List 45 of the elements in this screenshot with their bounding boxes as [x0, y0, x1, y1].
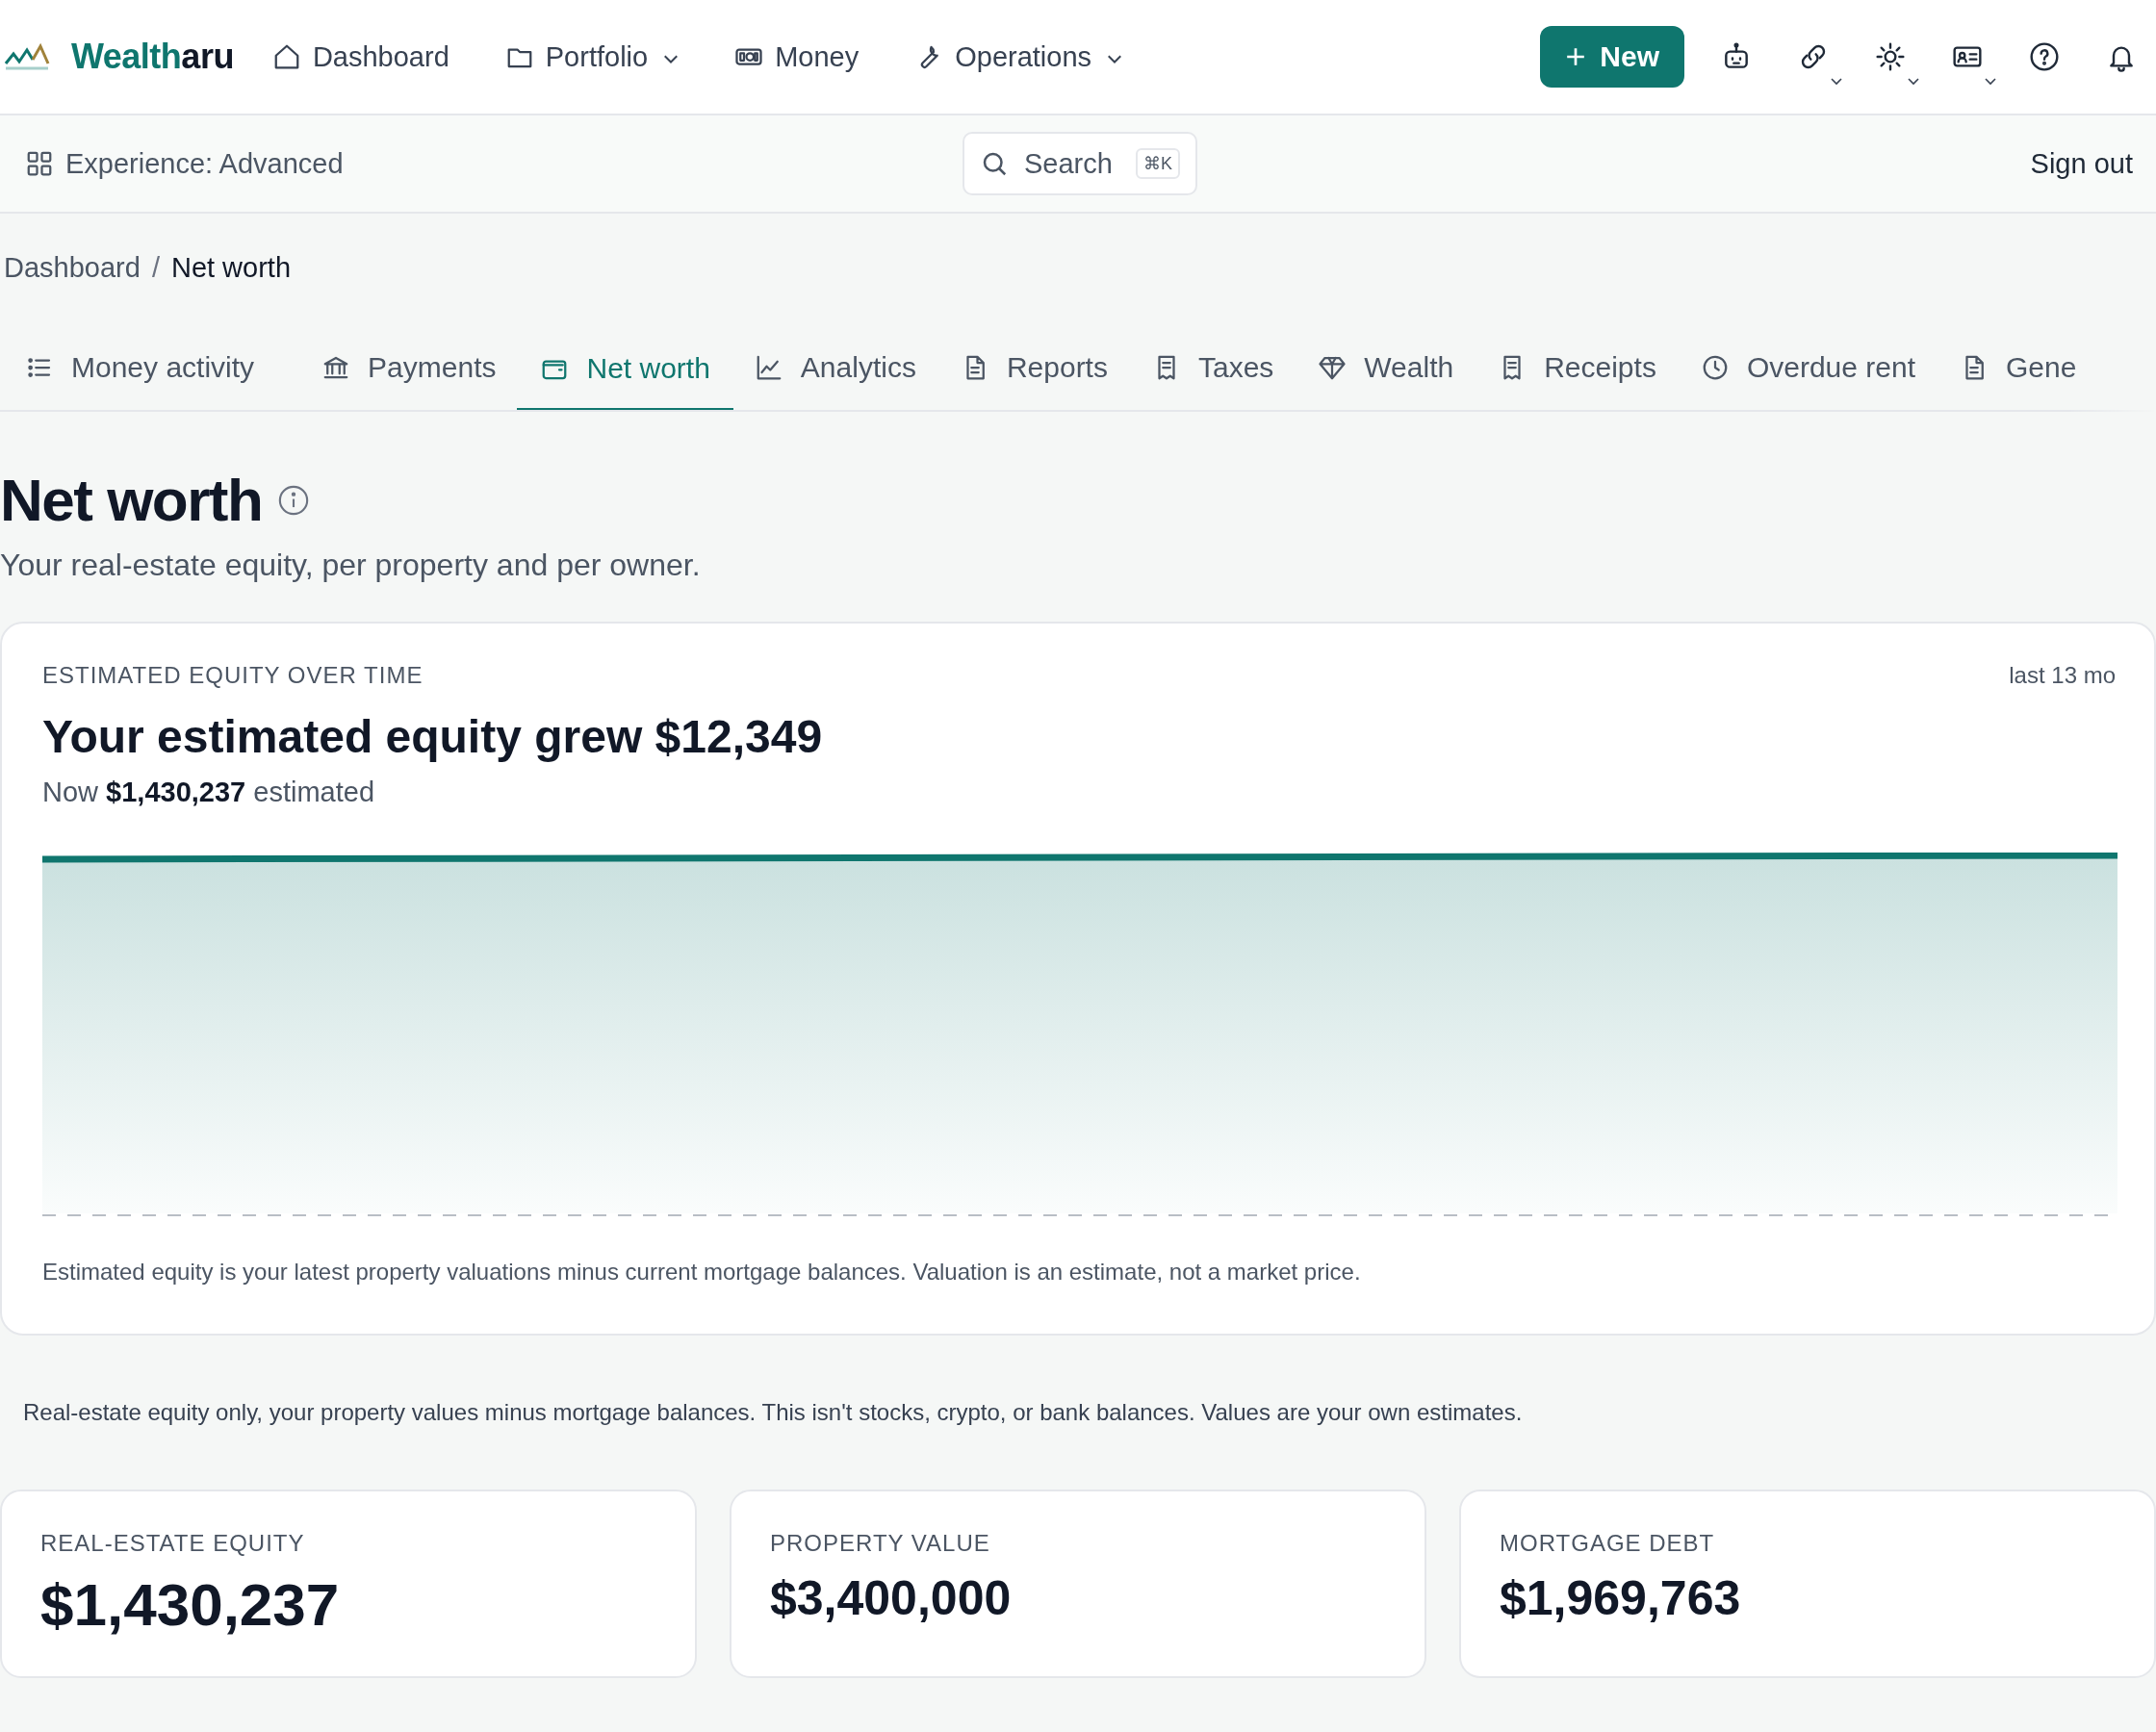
tab[interactable]: Receipts	[1498, 329, 1656, 410]
stat-value: $1,430,237	[40, 1570, 340, 1639]
nav-link[interactable]: Operations	[914, 40, 1123, 73]
stat-label: MORTGAGE DEBT	[1500, 1530, 1715, 1557]
caret-icon	[663, 55, 680, 64]
tab[interactable]: Gene	[1959, 329, 2077, 410]
breadcrumb-link[interactable]: Net worth	[170, 251, 292, 284]
sign-out-link[interactable]: Sign out	[2030, 147, 2133, 180]
tab[interactable]: Payments	[321, 329, 497, 410]
current-equity-text: Now $1,430,237 estimated	[42, 777, 376, 808]
keyboard-shortcut: ⌘K	[1136, 148, 1180, 179]
breadcrumb-separator: /	[151, 251, 160, 284]
breadcrumb-link[interactable]: Dashboard	[4, 251, 141, 284]
tab[interactable]: Net worth	[517, 329, 733, 410]
disclaimer-text: Real-estate equity only, your property values minus mortgage balances. This isn't stocks, crypto, or bank balances. Values are your own estimates.	[23, 1399, 1524, 1426]
time-range: last 13 mo	[2009, 662, 2116, 689]
brand-name-end[interactable]: aru	[181, 37, 234, 77]
tab[interactable]: Money activity	[25, 329, 255, 410]
card-eyebrow: ESTIMATED EQUITY OVER TIME	[42, 662, 424, 689]
tab[interactable]: Overdue rent	[1700, 329, 1915, 410]
equity-headline: Your estimated equity grew $12,349	[42, 710, 824, 763]
stat-label: PROPERTY VALUE	[770, 1530, 990, 1557]
info-icon[interactable]	[277, 483, 311, 517]
stat-value: $1,969,763	[1500, 1570, 1741, 1626]
nav-link[interactable]: Dashboard	[271, 40, 449, 73]
search-input[interactable]: Search	[1022, 146, 1122, 181]
chart-footnote: Estimated equity is your latest property valuations minus current mortgage balances. Valuation is an estimate, not a market price.	[42, 1259, 1362, 1286]
stat-value: $3,400,000	[770, 1570, 1012, 1626]
brand-name-start[interactable]: Wealth	[71, 37, 182, 77]
nav-link[interactable]: Money	[734, 40, 860, 73]
tab[interactable]: Wealth	[1318, 329, 1454, 410]
experience-level-toggle[interactable]: Experience: Advanced	[65, 147, 344, 180]
page-subtitle: Your real-estate equity, per property and per owner.	[0, 548, 702, 583]
nav-link[interactable]: Portfolio	[504, 40, 680, 73]
tab[interactable]: Analytics	[754, 329, 916, 410]
plus-icon	[1565, 46, 1587, 67]
tab[interactable]: Taxes	[1151, 329, 1274, 410]
caret-icon	[1107, 55, 1123, 64]
new-button[interactable]: New	[1540, 26, 1684, 88]
mountain-logo-icon	[4, 40, 52, 73]
stat-label: REAL-ESTATE EQUITY	[40, 1530, 305, 1557]
tab[interactable]: Reports	[960, 329, 1108, 410]
grid-icon	[25, 149, 54, 178]
search-field[interactable]: Search ⌘K	[962, 132, 1197, 195]
page-title: Net worth	[0, 466, 263, 534]
